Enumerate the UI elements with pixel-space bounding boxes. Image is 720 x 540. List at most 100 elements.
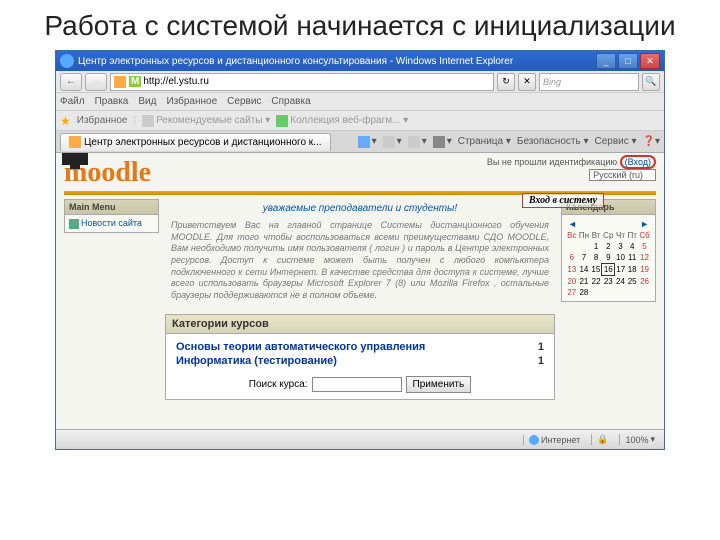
back-button[interactable]: ← [60,73,82,91]
calendar-cell[interactable]: 5 [638,241,651,252]
nav-toolbar: ← → M http://el.ystu.ru ↻ ✕ Bing 🔍 [56,71,664,93]
calendar-cell[interactable]: 6 [566,252,578,264]
tab-favicon [69,136,81,148]
language-select[interactable]: Русский (ru) [589,169,656,181]
calendar-cell[interactable]: 2 [602,241,615,252]
tool-print[interactable]: ▾ [433,136,452,148]
calendar-cell[interactable]: 9 [602,252,615,264]
print-icon [433,136,445,148]
calendar-cell [578,241,591,252]
favorites-star-icon[interactable]: ★ [60,114,71,128]
category-link[interactable]: Основы теории автоматического управления [176,341,425,353]
menu-tools[interactable]: Сервис [227,96,261,107]
calendar-day-head: Ср [602,230,615,241]
status-bar: Интернет 🔒 100% ▾ [56,429,664,449]
forward-button[interactable]: → [85,73,107,91]
tool-page[interactable]: Страница ▾ [458,136,511,148]
calendar-cell[interactable]: 28 [578,287,591,298]
calendar-cell[interactable]: 15 [590,264,602,276]
calendar-cell[interactable]: 8 [590,252,602,264]
graduation-cap-icon [62,153,88,165]
calendar-cell[interactable]: 21 [578,276,591,288]
category-count: 1 [538,355,544,367]
minimize-button[interactable]: _ [596,53,616,69]
search-button[interactable]: 🔍 [642,73,660,91]
ie-icon [60,54,74,68]
calendar-cell[interactable]: 10 [615,252,627,264]
category-link[interactable]: Информатика (тестирование) [176,355,337,367]
calendar-cell[interactable]: 27 [566,287,578,298]
category-row: Информатика (тестирование) 1 [172,354,548,368]
calendar-day-head: Пт [626,230,638,241]
stop-button[interactable]: ✕ [518,73,536,91]
tool-help[interactable]: ❓▾ [643,136,660,148]
favorites-item-webslices[interactable]: Коллекция веб-фрагм... ▾ [276,115,408,127]
menu-file[interactable]: Файл [60,96,85,107]
browser-tab[interactable]: Центр электронных ресурсов и дистанционн… [60,133,331,151]
news-icon [69,219,79,229]
tool-safety[interactable]: Безопасность ▾ [517,136,589,148]
moodle-logo: moodle [64,157,151,189]
calendar-cell[interactable]: 19 [638,264,651,276]
calendar-cell[interactable]: 16 [602,264,615,276]
calendar-cell[interactable]: 18 [626,264,638,276]
calendar-cell[interactable]: 26 [638,276,651,288]
calendar-cell[interactable]: 4 [626,241,638,252]
calendar-cell[interactable]: 22 [590,276,602,288]
close-button[interactable]: ✕ [640,53,660,69]
login-link[interactable]: (Вход) [620,155,656,169]
news-link[interactable]: Новости сайта [81,218,142,228]
calendar-cell[interactable]: 23 [602,276,615,288]
calendar-cell[interactable]: 24 [615,276,627,288]
globe-icon [529,435,539,445]
calendar-cell[interactable]: 14 [578,264,591,276]
rss-icon [383,136,395,148]
menu-view[interactable]: Вид [138,96,156,107]
menu-favorites[interactable]: Избранное [166,96,217,107]
calendar-cell[interactable]: 12 [638,252,651,264]
calendar-cell[interactable]: 7 [578,252,591,264]
calendar-cell[interactable]: 17 [615,264,627,276]
menu-help[interactable]: Справка [271,96,310,107]
refresh-button[interactable]: ↻ [497,73,515,91]
status-protected: 🔒 [591,434,613,445]
calendar-cell [602,287,615,298]
favorites-label[interactable]: Избранное [77,115,128,126]
tool-mail[interactable]: ▾ [408,136,427,148]
calendar-prev[interactable]: ◄ [568,219,577,229]
menu-edit[interactable]: Правка [95,96,129,107]
url-scheme-badge: M [129,76,141,87]
favorites-item-recommended[interactable]: Рекомендуемые сайты ▾ [142,115,270,127]
calendar-body: ◄ ► ВсПнВтСрЧтПтСб 123456789101112131415… [561,215,656,302]
address-bar[interactable]: M http://el.ystu.ru [110,73,494,91]
search-box[interactable]: Bing [539,73,639,91]
tool-service[interactable]: Сервис ▾ [594,136,636,148]
status-zoom[interactable]: 100% ▾ [619,434,660,445]
calendar-cell[interactable]: 20 [566,276,578,288]
slide-title: Работа с системой начинается с инициализ… [0,0,720,50]
calendar-cell [566,241,578,252]
calendar-cell[interactable]: 1 [590,241,602,252]
tool-home[interactable]: ▾ [358,136,377,148]
calendar-cell[interactable]: 13 [566,264,578,276]
menu-bar: Файл Правка Вид Избранное Сервис Справка [56,93,664,111]
login-info: Вы не прошли идентификацию (Вход) Русски… [487,157,656,181]
window-title: Центр электронных ресурсов и дистанционн… [78,56,513,67]
calendar-day-head: Вт [590,230,602,241]
calendar-grid: ВсПнВтСрЧтПтСб 1234567891011121314151617… [566,230,651,298]
tab-bar: Центр электронных ресурсов и дистанционн… [56,131,664,153]
page-viewport: Вход в систему moodle Вы не прошли идент… [56,153,664,431]
window-titlebar: Центр электронных ресурсов и дистанционн… [56,51,664,71]
course-search-input[interactable] [312,377,402,392]
maximize-button[interactable]: □ [618,53,638,69]
calendar-cell[interactable]: 11 [626,252,638,264]
course-search-button[interactable]: Применить [406,376,472,393]
home-icon [358,136,370,148]
calendar-next[interactable]: ► [640,219,649,229]
tool-feeds[interactable]: ▾ [383,136,402,148]
favorites-bar: ★ Избранное | Рекомендуемые сайты ▾ Колл… [56,111,664,131]
calendar-cell[interactable]: 25 [626,276,638,288]
calendar-day-head: Пн [578,230,591,241]
search-provider: Bing [543,77,561,87]
calendar-cell[interactable]: 3 [615,241,627,252]
